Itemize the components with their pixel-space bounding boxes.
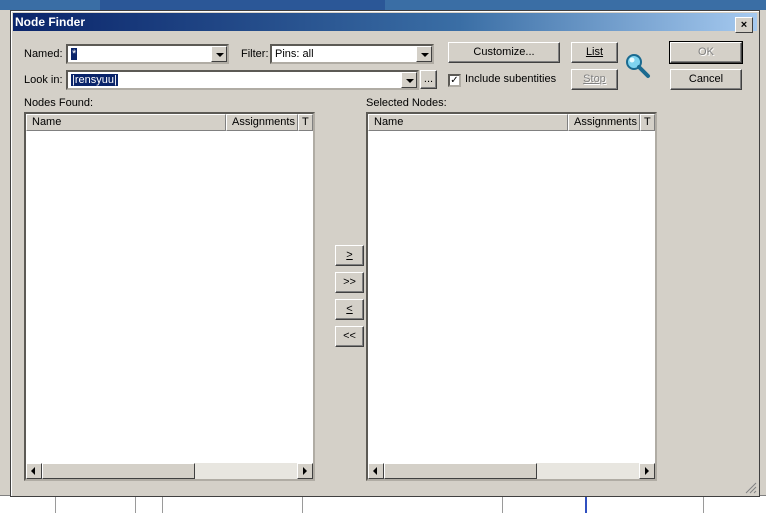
named-combobox[interactable]: *: [66, 44, 229, 64]
look-in-value: |rensyuu|: [71, 74, 118, 86]
scrollbar-thumb[interactable]: [42, 463, 195, 479]
background-window-top: [0, 0, 766, 10]
grid-column-line: [55, 496, 56, 513]
chevron-down-icon[interactable]: [401, 72, 417, 88]
background-banner: [100, 0, 385, 10]
grid-column-line: [703, 496, 704, 513]
filter-value: Pins: all: [275, 48, 314, 60]
add-all-label: >>: [343, 276, 356, 288]
include-subentities-checkbox[interactable]: ✓: [448, 74, 461, 87]
scrollbar-thumb[interactable]: [384, 463, 537, 479]
column-header-name[interactable]: Name: [26, 114, 226, 131]
filter-label: Filter:: [241, 48, 269, 60]
dialog-title: Node Finder: [15, 15, 86, 29]
column-header-type[interactable]: T: [298, 114, 313, 131]
grid-column-line: [135, 496, 136, 513]
check-icon: ✓: [450, 75, 459, 86]
look-in-label: Look in:: [24, 74, 63, 86]
node-finder-dialog: Node Finder × Named: * Filter: Pins: all…: [10, 10, 760, 497]
add-label: >: [346, 249, 353, 261]
close-button[interactable]: ×: [735, 17, 753, 33]
filter-combobox[interactable]: Pins: all: [270, 44, 434, 64]
grid-column-line: [502, 496, 503, 513]
resize-grip-icon[interactable]: [745, 482, 757, 494]
cancel-button[interactable]: Cancel: [670, 69, 742, 90]
horizontal-scrollbar[interactable]: [368, 463, 655, 479]
column-header-assignments[interactable]: Assignments: [226, 114, 298, 131]
include-subentities-label: Include subentities: [465, 73, 557, 85]
grid-column-line: [162, 496, 163, 513]
background-grid: [0, 495, 766, 513]
horizontal-scrollbar[interactable]: [26, 463, 313, 479]
look-in-combobox[interactable]: |rensyuu|: [66, 70, 419, 90]
column-header-name[interactable]: Name: [368, 114, 568, 131]
chevron-down-icon[interactable]: [416, 46, 432, 62]
stop-label: Stop: [583, 73, 606, 85]
column-header-type[interactable]: T: [640, 114, 655, 131]
grid-column-line: [585, 496, 587, 513]
customize-button[interactable]: Customize...: [448, 42, 560, 63]
scroll-right-icon[interactable]: [639, 463, 655, 479]
scroll-left-icon[interactable]: [368, 463, 384, 479]
remove-label: <: [346, 303, 353, 315]
nodes-found-label: Nodes Found:: [24, 97, 94, 109]
ok-label: OK: [698, 46, 714, 58]
browse-label: ...: [423, 73, 434, 85]
scroll-right-icon[interactable]: [297, 463, 313, 479]
add-all-button[interactable]: >>: [335, 272, 364, 293]
grid-column-line: [302, 496, 303, 513]
customize-label: Customize...: [473, 46, 535, 58]
selected-nodes-list[interactable]: Name Assignments T: [366, 112, 657, 481]
scroll-left-icon[interactable]: [26, 463, 42, 479]
title-bar: Node Finder ×: [13, 13, 757, 33]
nodes-found-list[interactable]: Name Assignments T: [24, 112, 315, 481]
close-icon: ×: [740, 19, 748, 31]
add-button[interactable]: >: [335, 245, 364, 266]
stop-button[interactable]: Stop: [571, 69, 618, 90]
remove-all-button[interactable]: <<: [335, 326, 364, 347]
remove-all-label: <<: [343, 330, 356, 342]
selected-nodes-label: Selected Nodes:: [366, 97, 447, 109]
column-header-assignments[interactable]: Assignments: [568, 114, 640, 131]
named-value: *: [71, 48, 78, 60]
ok-button[interactable]: OK: [669, 41, 743, 64]
cancel-label: Cancel: [688, 73, 724, 85]
list-label: List: [585, 46, 604, 58]
named-label: Named:: [24, 48, 63, 60]
browse-button[interactable]: ...: [420, 70, 437, 89]
chevron-down-icon[interactable]: [211, 46, 227, 62]
list-button[interactable]: List: [571, 42, 618, 63]
magnifier-icon: [626, 54, 650, 78]
remove-button[interactable]: <: [335, 299, 364, 320]
background-left-strip: [0, 10, 10, 512]
